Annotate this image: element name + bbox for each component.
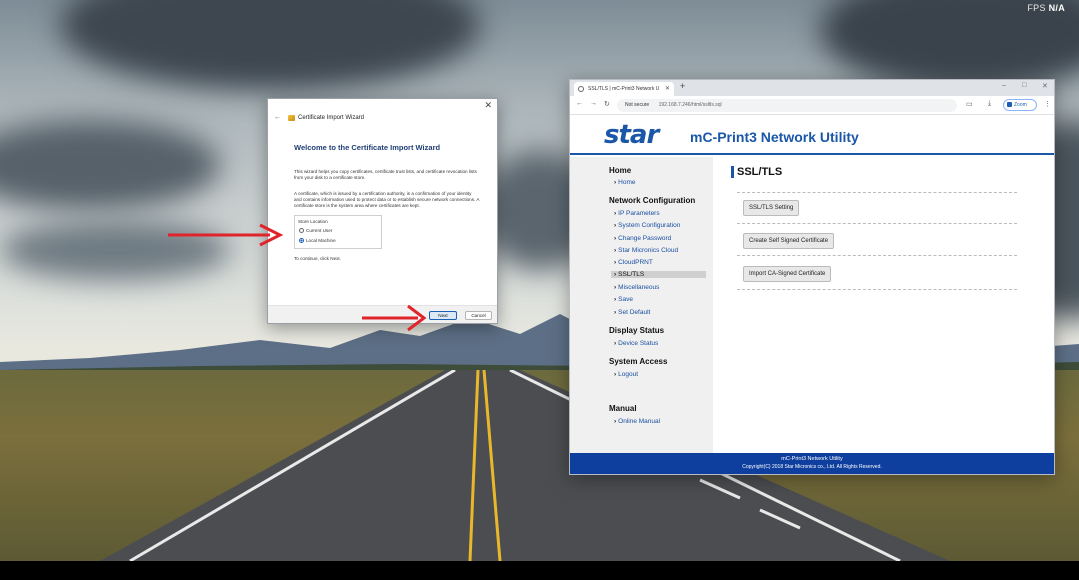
close-icon[interactable]: ✕ bbox=[484, 100, 492, 111]
letterbox-bar bbox=[0, 561, 1079, 580]
close-window-icon[interactable]: ✕ bbox=[1042, 82, 1048, 90]
web-page: star mC-Print3 Network Utility Home Home… bbox=[570, 115, 1054, 474]
radio-button-selected[interactable] bbox=[299, 238, 304, 243]
next-button[interactable]: Next bbox=[429, 311, 457, 320]
wizard-title: Certificate Import Wizard bbox=[298, 114, 365, 121]
minimize-icon[interactable]: – bbox=[1002, 82, 1006, 89]
radio-label: Current User bbox=[306, 228, 333, 233]
fps-label: FPS bbox=[1027, 3, 1046, 13]
radio-current-user[interactable]: Current User bbox=[299, 228, 332, 233]
cloud bbox=[0, 120, 220, 210]
tab-title: SSL/TLS | mC-Print3 Network U bbox=[588, 86, 660, 92]
zoom-button[interactable]: Zoom bbox=[1003, 99, 1037, 111]
sidebar-item-star-micronics-cloud[interactable]: Star Micronics Cloud bbox=[614, 247, 678, 254]
certificate-icon bbox=[288, 114, 295, 121]
sidebar-item-logout[interactable]: Logout bbox=[614, 371, 638, 378]
create-self-signed-certificate-button[interactable]: Create Self Signed Certificate bbox=[743, 233, 835, 249]
sidebar-item-miscellaneous[interactable]: Miscellaneous bbox=[614, 284, 659, 291]
wizard-intro-text: This wizard helps you copy certificates,… bbox=[294, 169, 477, 180]
url-input[interactable]: Not secure 192.168.7.246/html/ssltls.sql bbox=[617, 99, 957, 112]
wizard-titlebar: ← Certificate Import Wizard bbox=[274, 114, 364, 121]
new-tab-icon[interactable]: + bbox=[680, 81, 685, 91]
sidebar-item-home[interactable]: Home bbox=[614, 179, 635, 186]
close-tab-icon[interactable]: ✕ bbox=[665, 82, 670, 96]
forward-icon[interactable]: → bbox=[590, 100, 597, 107]
sidebar-header-home: Home bbox=[609, 166, 632, 175]
sidebar-item-change-password[interactable]: Change Password bbox=[614, 235, 671, 242]
maximize-icon[interactable]: □ bbox=[1022, 82, 1026, 89]
divider bbox=[737, 289, 1017, 290]
sidebar-header-network-configuration: Network Configuration bbox=[609, 196, 696, 205]
sidebar-item-cloudprnt[interactable]: CloudPRNT bbox=[614, 259, 653, 266]
product-title: mC-Print3 Network Utility bbox=[690, 129, 859, 145]
ssl-tls-setting-button[interactable]: SSL/TLS Setting bbox=[743, 200, 800, 216]
not-secure-indicator[interactable]: Not secure bbox=[625, 102, 649, 108]
tab-ssl-tls[interactable]: SSL/TLS | mC-Print3 Network U ✕ bbox=[574, 82, 674, 96]
sidebar-item-set-default[interactable]: Set Default bbox=[614, 309, 650, 316]
browser-window: SSL/TLS | mC-Print3 Network U ✕ + – □ ✕ … bbox=[569, 79, 1055, 475]
sidebar-item-save[interactable]: Save bbox=[614, 296, 633, 303]
address-bar: ← → ↻ Not secure 192.168.7.246/html/sslt… bbox=[570, 96, 1054, 115]
store-location-label: Store Location bbox=[298, 219, 328, 224]
sidebar-header-display-status: Display Status bbox=[609, 326, 665, 335]
divider bbox=[737, 255, 1017, 256]
sidebar-item-online-manual[interactable]: Online Manual bbox=[614, 418, 660, 425]
wizard-description-text: A certificate, which is issued by a cert… bbox=[294, 191, 480, 208]
certificate-import-wizard-dialog: ✕ ← Certificate Import Wizard Welcome to… bbox=[267, 98, 498, 324]
cloud bbox=[60, 0, 480, 90]
red-arrow-icon bbox=[168, 223, 284, 247]
url-text: 192.168.7.246/html/ssltls.sql bbox=[658, 102, 722, 108]
divider bbox=[737, 223, 1017, 224]
sidebar-header-system-access: System Access bbox=[609, 357, 668, 366]
cloud bbox=[820, 0, 1079, 90]
cancel-button[interactable]: Cancel bbox=[465, 311, 492, 320]
sidebar-header-manual: Manual bbox=[609, 404, 637, 413]
zoom-icon bbox=[1007, 102, 1012, 107]
reload-icon[interactable]: ↻ bbox=[604, 100, 610, 108]
zoom-label: Zoom bbox=[1014, 102, 1027, 108]
back-arrow-icon[interactable]: ← bbox=[274, 114, 281, 121]
sidebar-item-ip-parameters[interactable]: IP Parameters bbox=[614, 210, 659, 217]
fps-counter: FPS N/A bbox=[1027, 3, 1065, 13]
page-title: SSL/TLS bbox=[731, 166, 782, 178]
red-arrow-icon bbox=[362, 304, 427, 332]
sidebar-item-system-configuration[interactable]: System Configuration bbox=[614, 222, 680, 229]
more-menu-icon[interactable]: ⋮ bbox=[1044, 100, 1051, 108]
brand-header: star mC-Print3 Network Utility bbox=[570, 115, 1054, 155]
footer-copyright: Copyright(C) 2018 Star Micronics co., Lt… bbox=[742, 464, 882, 470]
download-icon[interactable]: ⤓ bbox=[988, 100, 991, 108]
tab-bar: SSL/TLS | mC-Print3 Network U ✕ + – □ ✕ bbox=[570, 80, 1054, 96]
footer-product: mC-Print3 Network Utility bbox=[781, 456, 843, 462]
radio-button[interactable] bbox=[299, 228, 304, 233]
fps-value: N/A bbox=[1048, 3, 1065, 13]
divider bbox=[737, 192, 1017, 193]
import-ca-signed-certificate-button[interactable]: Import CA-Signed Certificate bbox=[743, 266, 832, 282]
back-icon[interactable]: ← bbox=[576, 100, 583, 107]
sidebar-item-device-status[interactable]: Device Status bbox=[614, 340, 658, 347]
radio-label: Local Machine bbox=[306, 238, 336, 243]
star-logo: star bbox=[604, 120, 659, 150]
store-location-group: Store Location Current User Local Machin… bbox=[294, 215, 382, 249]
sidebar-item-ssl-tls[interactable]: SSL/TLS bbox=[611, 271, 706, 278]
page-footer: mC-Print3 Network Utility Copyright(C) 2… bbox=[570, 453, 1054, 474]
globe-icon bbox=[578, 86, 584, 92]
radio-local-machine[interactable]: Local Machine bbox=[299, 238, 336, 243]
sidebar: Home Home Network Configuration IP Param… bbox=[570, 157, 713, 453]
wizard-heading: Welcome to the Certificate Import Wizard bbox=[294, 143, 441, 152]
cast-icon[interactable]: ▭ bbox=[966, 100, 973, 108]
main-content: SSL/TLS SSL/TLS Setting Create Self Sign… bbox=[713, 157, 1054, 453]
continue-instruction: To continue, click Next. bbox=[294, 256, 341, 261]
